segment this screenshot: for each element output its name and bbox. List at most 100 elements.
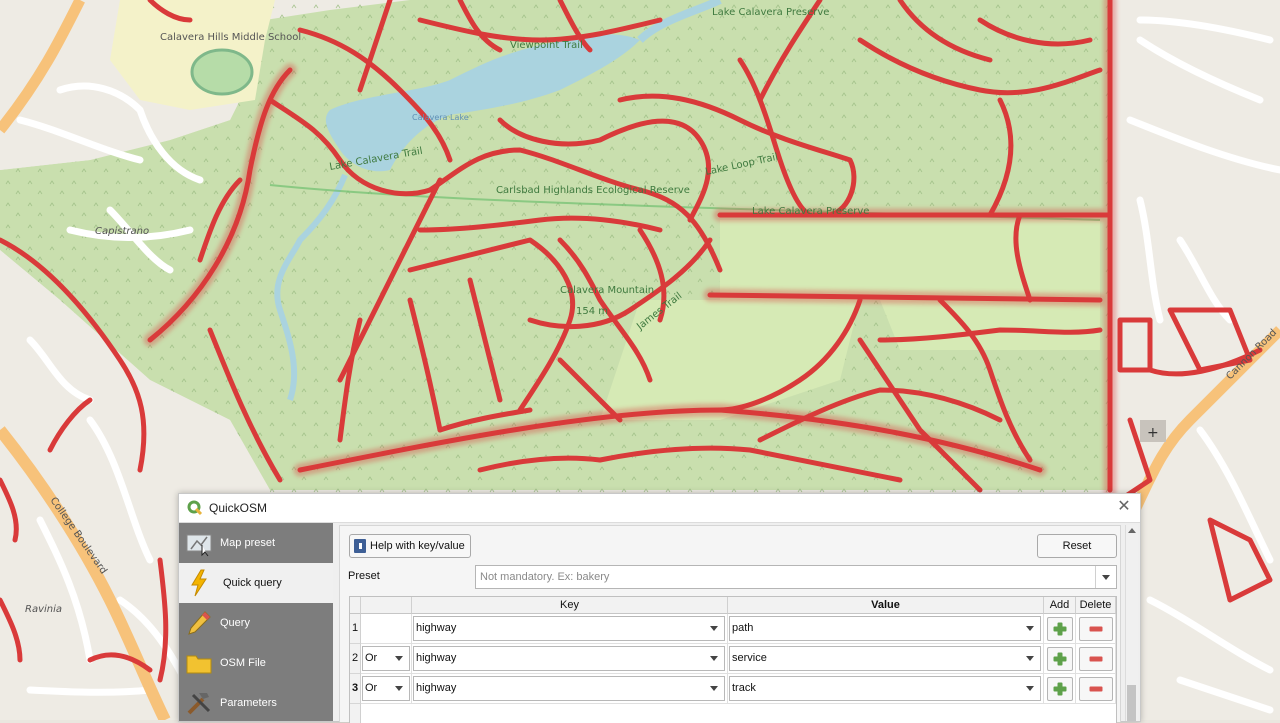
reset-button[interactable]: Reset: [1037, 534, 1117, 558]
add-row-button[interactable]: [1047, 617, 1073, 641]
tools-icon: [187, 693, 211, 715]
sidebar-item-query[interactable]: Query: [179, 603, 333, 643]
dialog-titlebar[interactable]: QuickOSM ✕: [179, 494, 1140, 523]
table-row: Or: [361, 644, 412, 674]
delete-cell: [1076, 614, 1116, 644]
row-number[interactable]: 3: [350, 674, 361, 704]
help-book-icon: [354, 539, 366, 553]
row-number-empty: [350, 704, 361, 723]
label-calavera-lake: Calavera Lake: [412, 113, 469, 122]
label-mountain-elevation: 154 m: [576, 306, 608, 317]
label-viewpoint-trail: Viewpoint Trail: [510, 40, 583, 51]
help-key-value-button[interactable]: Help with key/value: [349, 534, 471, 558]
minus-icon: [1089, 686, 1103, 692]
table-row: Or: [361, 674, 412, 704]
preset-input[interactable]: [478, 567, 1092, 587]
label-calavera-mountain: Calavera Mountain: [560, 285, 654, 296]
sidebar-label: OSM File: [220, 657, 266, 669]
key-combobox[interactable]: highway: [413, 616, 725, 641]
plus-icon: [1053, 682, 1067, 696]
sidebar-label: Query: [220, 617, 250, 629]
chevron-down-icon[interactable]: [389, 647, 409, 670]
chevron-down-icon[interactable]: [389, 677, 409, 700]
panel-scrollbar[interactable]: [1125, 525, 1138, 721]
sports-track: [190, 48, 254, 96]
add-cell: [1044, 614, 1076, 644]
qgis-logo-icon: [187, 500, 203, 516]
add-header[interactable]: Add: [1044, 597, 1076, 614]
preset-label: Preset: [348, 570, 380, 582]
sidebar-item-parameters[interactable]: Parameters: [179, 683, 333, 723]
label-calavera-hills-middle-school: Calavera Hills Middle School: [160, 32, 301, 43]
sidebar-label: Map preset: [220, 537, 276, 549]
church-icon: +: [1147, 425, 1159, 441]
chevron-down-icon[interactable]: [704, 677, 724, 700]
table-row: track: [728, 674, 1044, 704]
delete-cell: [1076, 674, 1116, 704]
chevron-down-icon[interactable]: [1020, 677, 1040, 700]
corner-header: [350, 597, 361, 614]
key-value-table: Key Value Add Delete 1 highway path 2 Or…: [349, 596, 1117, 723]
delete-header[interactable]: Delete: [1076, 597, 1116, 614]
row-number[interactable]: 1: [350, 614, 361, 644]
preset-combobox[interactable]: [475, 565, 1117, 589]
minus-icon: [1089, 656, 1103, 662]
value-combobox[interactable]: path: [729, 616, 1041, 641]
operator-header: [361, 597, 412, 614]
meadow-1: [720, 220, 1100, 300]
sidebar-item-quick-query[interactable]: Quick query: [179, 563, 333, 603]
key-combobox[interactable]: highway: [413, 646, 725, 671]
chevron-down-icon[interactable]: [704, 617, 724, 640]
meadow-3: [880, 300, 1100, 350]
delete-row-button[interactable]: [1079, 617, 1113, 641]
chevron-down-icon[interactable]: [1020, 617, 1040, 640]
operator-combobox[interactable]: Or: [362, 646, 410, 671]
chevron-down-icon[interactable]: [704, 647, 724, 670]
value-header[interactable]: Value: [728, 597, 1044, 614]
sidebar-item-map-preset[interactable]: Map preset: [179, 523, 333, 563]
scroll-up-icon[interactable]: [1128, 528, 1136, 533]
close-icon[interactable]: ✕: [1114, 497, 1134, 517]
map-preset-icon: [186, 534, 212, 557]
label-capistrano: Capistrano: [95, 226, 149, 237]
operator-combobox[interactable]: Or: [362, 676, 410, 701]
label-lake-calavera-preserve: Lake Calavera Preserve: [712, 7, 829, 18]
delete-cell: [1076, 644, 1116, 674]
lightning-icon: [191, 569, 207, 597]
add-row-button[interactable]: [1047, 677, 1073, 701]
add-row-button[interactable]: [1047, 647, 1073, 671]
table-row: highway: [412, 644, 728, 674]
value-combobox[interactable]: service: [729, 646, 1041, 671]
chevron-down-icon[interactable]: [1020, 647, 1040, 670]
dialog-title: QuickOSM: [209, 501, 268, 515]
dialog-sidebar: Map preset Quick query Query OSM File Pa…: [179, 523, 333, 721]
sidebar-label: Parameters: [220, 697, 277, 709]
label-ravinia: Ravinia: [25, 604, 62, 615]
delete-row-button[interactable]: [1079, 647, 1113, 671]
plus-icon: [1053, 622, 1067, 636]
table-row: highway: [412, 614, 728, 644]
sidebar-item-osm-file[interactable]: OSM File: [179, 643, 333, 683]
folder-icon: [186, 655, 212, 674]
add-cell: [1044, 644, 1076, 674]
pencil-icon: [188, 611, 211, 635]
table-row: path: [728, 614, 1044, 644]
scrollbar-thumb[interactable]: [1127, 685, 1136, 721]
table-row: highway: [412, 674, 728, 704]
table-row: service: [728, 644, 1044, 674]
label-carlsbad-highlands: Carlsbad Highlands Ecological Reserve: [496, 185, 690, 196]
value-combobox[interactable]: track: [729, 676, 1041, 701]
minus-icon: [1089, 626, 1103, 632]
key-combobox[interactable]: highway: [413, 676, 725, 701]
sidebar-label: Quick query: [223, 577, 282, 589]
plus-icon: [1053, 652, 1067, 666]
row-number[interactable]: 2: [350, 644, 361, 674]
quick-query-panel: Help with key/value Reset Preset Key Val…: [339, 525, 1121, 723]
label-lake-calavera-preserve-2: Lake Calavera Preserve: [752, 206, 869, 217]
add-cell: [1044, 674, 1076, 704]
key-header[interactable]: Key: [412, 597, 728, 614]
quickosm-dialog: QuickOSM ✕ Map preset Quick query Query: [178, 493, 1141, 723]
operator-cell-empty: [361, 614, 412, 644]
chevron-down-icon[interactable]: [1095, 566, 1116, 588]
delete-row-button[interactable]: [1079, 677, 1113, 701]
